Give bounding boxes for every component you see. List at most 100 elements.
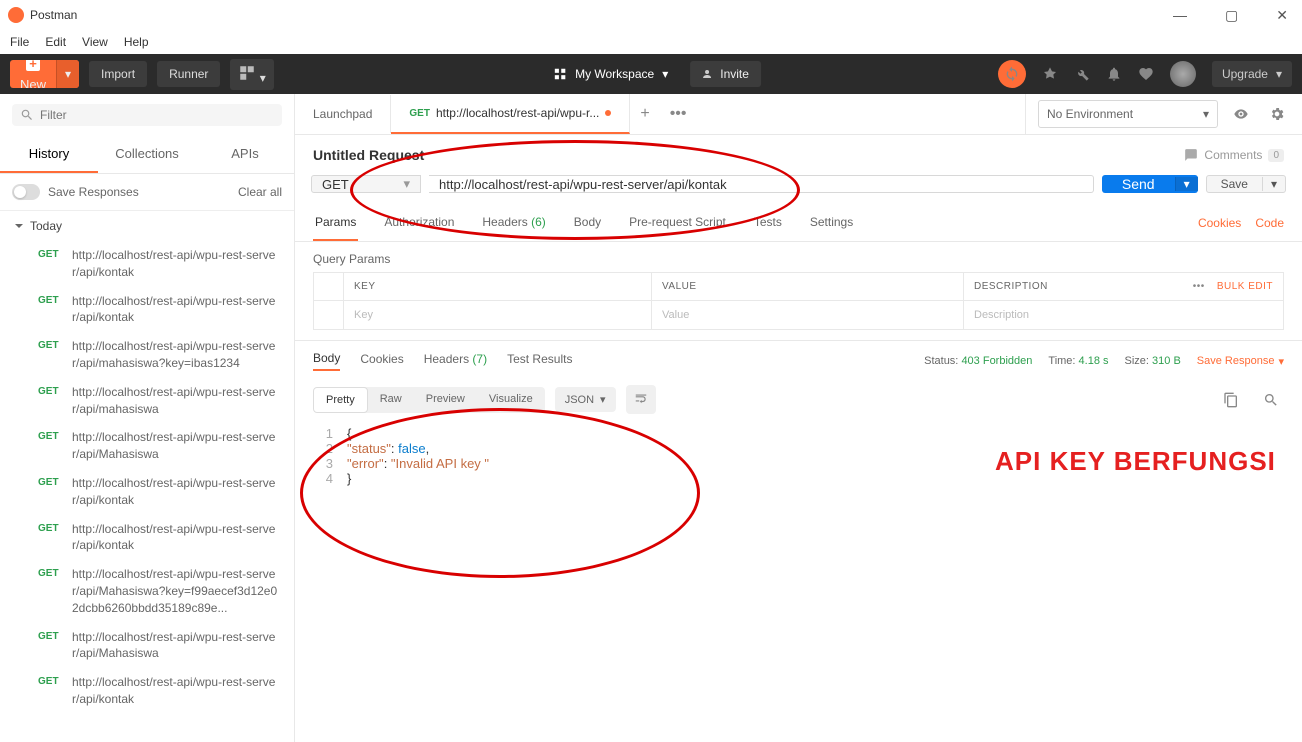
- param-value-input[interactable]: Value: [652, 301, 964, 329]
- history-url: http://localhost/rest-api/wpu-rest-serve…: [72, 338, 280, 372]
- history-item[interactable]: GEThttp://localhost/rest-api/wpu-rest-se…: [0, 287, 294, 333]
- param-desc-input[interactable]: Description: [964, 301, 1283, 329]
- app-logo-icon: [8, 7, 24, 23]
- search-response-button[interactable]: [1258, 387, 1284, 413]
- tab-request[interactable]: GET http://localhost/rest-api/wpu-r...: [391, 94, 630, 134]
- reqtab-params[interactable]: Params: [313, 205, 358, 241]
- grid-icon: [553, 67, 567, 81]
- window-title: Postman: [30, 8, 77, 22]
- sidebar-tab-apis[interactable]: APIs: [196, 136, 294, 173]
- filter-input[interactable]: [40, 108, 274, 122]
- heart-icon[interactable]: [1138, 66, 1154, 82]
- tab-overflow-button[interactable]: •••: [660, 97, 697, 131]
- history-method: GET: [38, 340, 62, 372]
- window-maximize-icon[interactable]: ▢: [1219, 7, 1244, 24]
- environment-quicklook-button[interactable]: [1228, 101, 1254, 127]
- sync-button[interactable]: [998, 60, 1026, 88]
- menu-view[interactable]: View: [82, 35, 108, 49]
- chevron-down-icon: ▾: [403, 176, 410, 192]
- code-link[interactable]: Code: [1255, 206, 1284, 240]
- reqtab-prerequest[interactable]: Pre-request Script: [627, 205, 728, 241]
- save-responses-toggle[interactable]: [12, 184, 40, 200]
- copy-button[interactable]: [1218, 387, 1244, 413]
- history-item[interactable]: GEThttp://localhost/rest-api/wpu-rest-se…: [0, 668, 294, 714]
- reqtab-headers[interactable]: Headers (6): [480, 205, 547, 241]
- query-params-title: Query Params: [313, 252, 1284, 266]
- cookies-link[interactable]: Cookies: [1198, 206, 1241, 240]
- clear-all-link[interactable]: Clear all: [238, 185, 282, 199]
- history-item[interactable]: GEThttp://localhost/rest-api/wpu-rest-se…: [0, 560, 294, 622]
- environment-select[interactable]: No Environment ▾: [1038, 100, 1218, 128]
- save-button[interactable]: Save ▾: [1206, 175, 1286, 193]
- chevron-down-icon: ▾: [1203, 107, 1209, 121]
- window-close-icon[interactable]: ✕: [1270, 7, 1294, 24]
- history-item[interactable]: GEThttp://localhost/rest-api/wpu-rest-se…: [0, 378, 294, 424]
- param-key-input[interactable]: Key: [344, 301, 652, 329]
- user-avatar[interactable]: [1170, 61, 1196, 87]
- method-select[interactable]: GET ▾: [311, 175, 421, 193]
- resptab-headers[interactable]: Headers (7): [424, 352, 487, 370]
- reqtab-settings[interactable]: Settings: [808, 205, 855, 241]
- upgrade-button[interactable]: Upgrade ▾: [1212, 61, 1292, 87]
- history-item[interactable]: GEThttp://localhost/rest-api/wpu-rest-se…: [0, 241, 294, 287]
- history-item[interactable]: GEThttp://localhost/rest-api/wpu-rest-se…: [0, 515, 294, 561]
- history-method: GET: [38, 477, 62, 509]
- menu-edit[interactable]: Edit: [45, 35, 66, 49]
- workspace-selector[interactable]: My Workspace ▾: [541, 61, 680, 87]
- filter-input-wrapper[interactable]: [12, 104, 282, 126]
- reqtab-body[interactable]: Body: [572, 205, 603, 241]
- view-raw[interactable]: Raw: [368, 387, 414, 413]
- format-select[interactable]: JSON ▾: [555, 387, 616, 412]
- wrap-button[interactable]: [626, 385, 656, 414]
- sidebar: History Collections APIs Save Responses …: [0, 94, 295, 742]
- save-dropdown[interactable]: ▾: [1262, 177, 1285, 191]
- save-response-link[interactable]: Save Response ▾: [1197, 355, 1284, 368]
- resptab-testresults[interactable]: Test Results: [507, 352, 572, 370]
- add-tab-button[interactable]: +: [630, 97, 659, 131]
- sync-icon: [1004, 66, 1020, 82]
- time-value: 4.18 s: [1079, 355, 1109, 367]
- menubar: File Edit View Help: [0, 30, 1302, 54]
- comments-button[interactable]: Comments 0: [1184, 148, 1284, 162]
- request-title: Untitled Request: [313, 147, 424, 163]
- menu-file[interactable]: File: [10, 35, 29, 49]
- url-input[interactable]: [429, 175, 1094, 193]
- tab-launchpad[interactable]: Launchpad: [295, 95, 391, 133]
- invite-button[interactable]: Invite: [690, 61, 761, 87]
- new-dropdown[interactable]: ▾: [56, 60, 79, 88]
- send-dropdown[interactable]: ▾: [1175, 177, 1198, 191]
- open-new-window-button[interactable]: ▾: [230, 59, 273, 90]
- history-day-header[interactable]: Today: [0, 211, 294, 241]
- runner-button[interactable]: Runner: [157, 61, 220, 87]
- history-item[interactable]: GET http://localhost/rest-api/wpu-rest-se…: [0, 332, 294, 378]
- new-button[interactable]: +New ▾: [10, 60, 79, 88]
- menu-help[interactable]: Help: [124, 35, 149, 49]
- bulk-edit-link[interactable]: Bulk Edit: [1217, 281, 1273, 292]
- resptab-cookies[interactable]: Cookies: [360, 352, 403, 370]
- wrench-icon[interactable]: [1074, 66, 1090, 82]
- history-method: GET: [38, 295, 62, 327]
- satellite-icon[interactable]: [1042, 66, 1058, 82]
- sidebar-tab-history[interactable]: History: [0, 136, 98, 173]
- sidebar-tab-collections[interactable]: Collections: [98, 136, 196, 173]
- history-method: GET: [38, 249, 62, 281]
- col-description: DESCRIPTION: [974, 281, 1048, 292]
- history-item[interactable]: GEThttp://localhost/rest-api/wpu-rest-se…: [0, 423, 294, 469]
- window-minimize-icon[interactable]: —: [1167, 7, 1193, 24]
- settings-button[interactable]: [1264, 101, 1290, 127]
- save-responses-label: Save Responses: [48, 185, 139, 199]
- history-item[interactable]: GEThttp://localhost/rest-api/wpu-rest-se…: [0, 623, 294, 669]
- reqtab-authorization[interactable]: Authorization: [382, 205, 456, 241]
- view-pretty[interactable]: Pretty: [313, 387, 368, 413]
- resptab-body[interactable]: Body: [313, 351, 340, 371]
- reqtab-tests[interactable]: Tests: [752, 205, 784, 241]
- view-preview[interactable]: Preview: [414, 387, 477, 413]
- history-item[interactable]: GEThttp://localhost/rest-api/wpu-rest-se…: [0, 469, 294, 515]
- import-button[interactable]: Import: [89, 61, 147, 87]
- send-button[interactable]: Send ▾: [1102, 175, 1198, 193]
- more-icon[interactable]: •••: [1193, 281, 1205, 292]
- response-body[interactable]: API KEY BERFUNGSI 1{2 "status": false,3 …: [295, 422, 1302, 490]
- unsaved-dot-icon: [605, 110, 611, 116]
- view-visualize[interactable]: Visualize: [477, 387, 545, 413]
- bell-icon[interactable]: [1106, 66, 1122, 82]
